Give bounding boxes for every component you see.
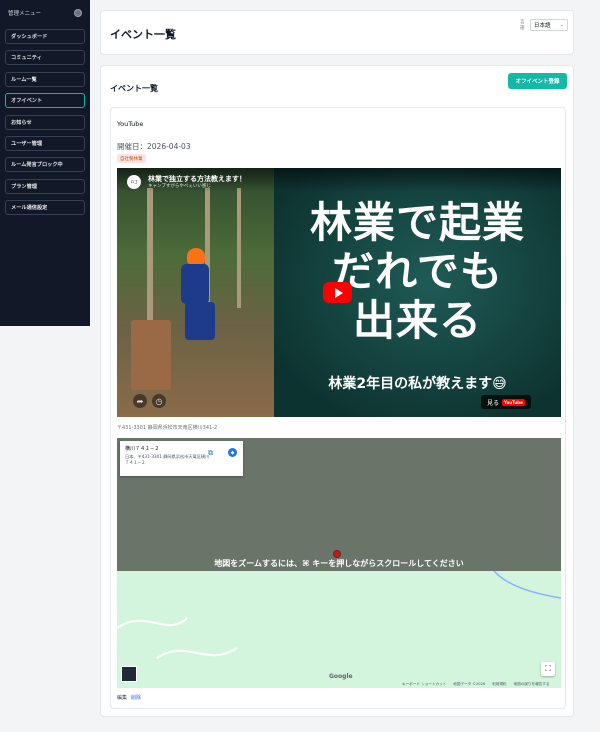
watch-on-youtube-button[interactable]: 見る YouTube [481,395,531,409]
event-date: 開催日：2026-04-03 [117,141,191,152]
tree-trunk [237,188,241,308]
thumbnail-caption: 林業2年目の私が教えます😅 [328,376,507,392]
video-subtitle: キャンプすがらやべぇいい感じ [148,184,211,189]
keyboard-shortcuts-link[interactable]: キーボード ショートカット [402,682,446,687]
map-type-toggle[interactable] [121,666,137,682]
map-place-address: 日本、〒431-3301 静岡県浜松市天竜区横川７４１−２ [125,454,210,465]
thumbnail-line-1: 林業で起業 [309,198,525,247]
section-title: イベント一覧 [110,84,158,93]
language-value: 日本語 [534,23,551,29]
event-list-panel: イベント一覧 オフイベント登録 YouTube 開催日：2026-04-03 自… [100,65,574,717]
delete-link[interactable]: 削除 [131,694,141,701]
thumbnail-line-2: だれでも [332,247,503,296]
watch-later-icon[interactable]: ◷ [152,394,166,408]
map-zoom-hint: 地図をズームするには、⌘ キーを押しながらスクロールしてください [214,559,464,568]
sidebar: 管理メニュー ダッシュボード コミュニティ ルーム一覧 オフイベント お知らせ … [0,0,90,326]
chevron-down-icon: ⌄ [559,22,564,28]
google-logo: Google [329,673,353,680]
event-card: YouTube 開催日：2026-04-03 自社製林業 ロゴ 林業で独立する方… [110,107,566,709]
map-place-name: 横川７４１−２ [125,446,160,452]
map-data-label: 地図データ ©2026 [453,682,486,686]
sidebar-item-mail-settings[interactable]: メール通信設定 [5,200,85,216]
event-date-label: 開催日： [117,142,147,151]
legs [185,302,215,340]
person-figure [177,248,219,343]
map-info-box: 横川７４１−２ 日本、〒431-3301 静岡県浜松市天竜区横川７４１−２ ⧉ … [120,441,243,476]
thumbnail-headline: 林業で起業 だれでも 出来る [274,198,561,345]
event-address: 〒431-3301 静岡県浜松市天竜区横川341-2 [117,425,218,431]
sidebar-item-off-events[interactable]: オフイベント [5,93,85,109]
play-button[interactable] [323,282,352,303]
sidebar-item-dashboard[interactable]: ダッシュボード [5,29,85,44]
map-embed[interactable]: 地図をズームするには、⌘ キーを押しながらスクロールしてください 横川７４１−２… [117,438,561,688]
share-icon[interactable]: ➦ [133,394,147,408]
map-pin-icon[interactable] [333,550,341,558]
terms-link[interactable]: 利用規約 [492,682,506,687]
video-embed[interactable]: ロゴ 林業で独立する方法教えます！ キャンプすがらやべぇいい感じ 林業で起業 だ… [117,168,561,417]
event-badge: 自社製林業 [117,154,146,163]
tree-stump [131,320,171,390]
channel-avatar[interactable]: ロゴ [127,175,141,189]
language-label: 言語 [520,20,525,31]
map-footer: キーボード ショートカット 地図データ ©2026 利用規約 地図の誤りを報告す… [402,682,549,687]
sidebar-item-community[interactable]: コミュニティ [5,50,85,66]
sidebar-header: 管理メニュー [5,6,85,20]
report-error-link[interactable]: 地図の誤りを報告する [514,682,550,687]
youtube-logo: YouTube [502,398,525,406]
open-in-maps-icon[interactable]: ⧉ [208,449,213,458]
helmet [187,248,205,264]
sidebar-item-users[interactable]: ユーザー管理 [5,135,85,151]
settings-icon[interactable] [74,9,82,17]
add-off-event-button[interactable]: オフイベント登録 [508,73,567,89]
page-header: イベント一覧 言語 日本語 ⌄ [100,10,574,55]
language-select[interactable]: 日本語 ⌄ [530,19,568,31]
torso [181,264,209,304]
fullscreen-icon[interactable]: ⛶ [541,662,555,676]
sidebar-item-plans[interactable]: プラン管理 [5,178,85,194]
watch-label: 見る [487,399,500,407]
edit-link[interactable]: 編集 [117,694,127,701]
sidebar-item-notices[interactable]: お知らせ [5,114,85,130]
thumbnail-line-3: 出来る [352,296,482,345]
sidebar-item-rooms[interactable]: ルーム一覧 [5,71,85,87]
play-icon [334,287,343,298]
event-name: YouTube [117,120,144,128]
sidebar-item-room-blocks[interactable]: ルーム発言ブロック中 [5,157,85,173]
event-date-value: 2026-04-03 [147,142,191,151]
sidebar-title: 管理メニュー [8,11,42,17]
video-thumbnail-photo [117,168,274,417]
page-title: イベント一覧 [110,28,176,41]
directions-icon[interactable]: ◆ [228,448,237,457]
tree-trunk [147,188,153,328]
